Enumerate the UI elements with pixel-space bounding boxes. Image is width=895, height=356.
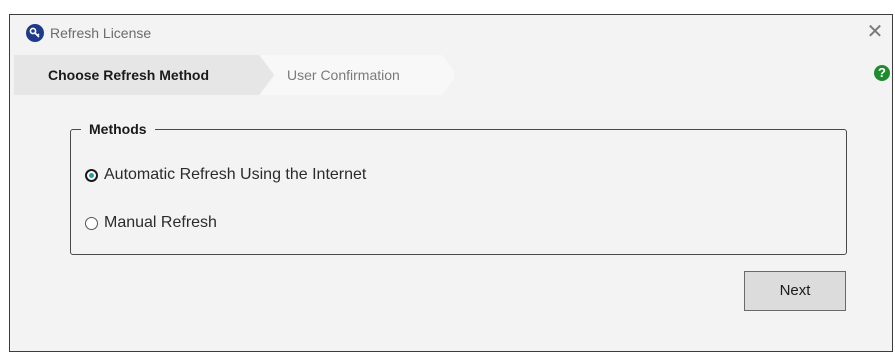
wizard-step-choose-method: Choose Refresh Method xyxy=(48,67,210,83)
methods-groupbox: Methods Automatic Refresh Using the Inte… xyxy=(70,121,847,255)
refresh-license-dialog: Refresh License ✕ Choose Refresh Method … xyxy=(9,14,893,352)
automatic-refresh-label[interactable]: Automatic Refresh Using the Internet xyxy=(104,166,366,184)
key-icon xyxy=(26,24,44,42)
methods-legend: Methods xyxy=(81,121,155,137)
title-bar: Refresh License ✕ xyxy=(10,15,892,51)
close-icon[interactable]: ✕ xyxy=(862,19,888,45)
manual-refresh-radio[interactable] xyxy=(85,216,98,230)
help-icon[interactable]: ? xyxy=(874,65,890,81)
wizard-steps: Choose Refresh Method User Confirmation xyxy=(14,55,454,95)
window-title: Refresh License xyxy=(50,25,152,41)
automatic-refresh-radio[interactable] xyxy=(85,168,98,182)
automatic-refresh-option[interactable]: Automatic Refresh Using the Internet xyxy=(85,166,366,184)
manual-refresh-label[interactable]: Manual Refresh xyxy=(104,214,217,232)
next-button[interactable]: Next xyxy=(744,271,846,311)
wizard-step-user-confirmation: User Confirmation xyxy=(287,67,400,83)
manual-refresh-option[interactable]: Manual Refresh xyxy=(85,214,217,232)
